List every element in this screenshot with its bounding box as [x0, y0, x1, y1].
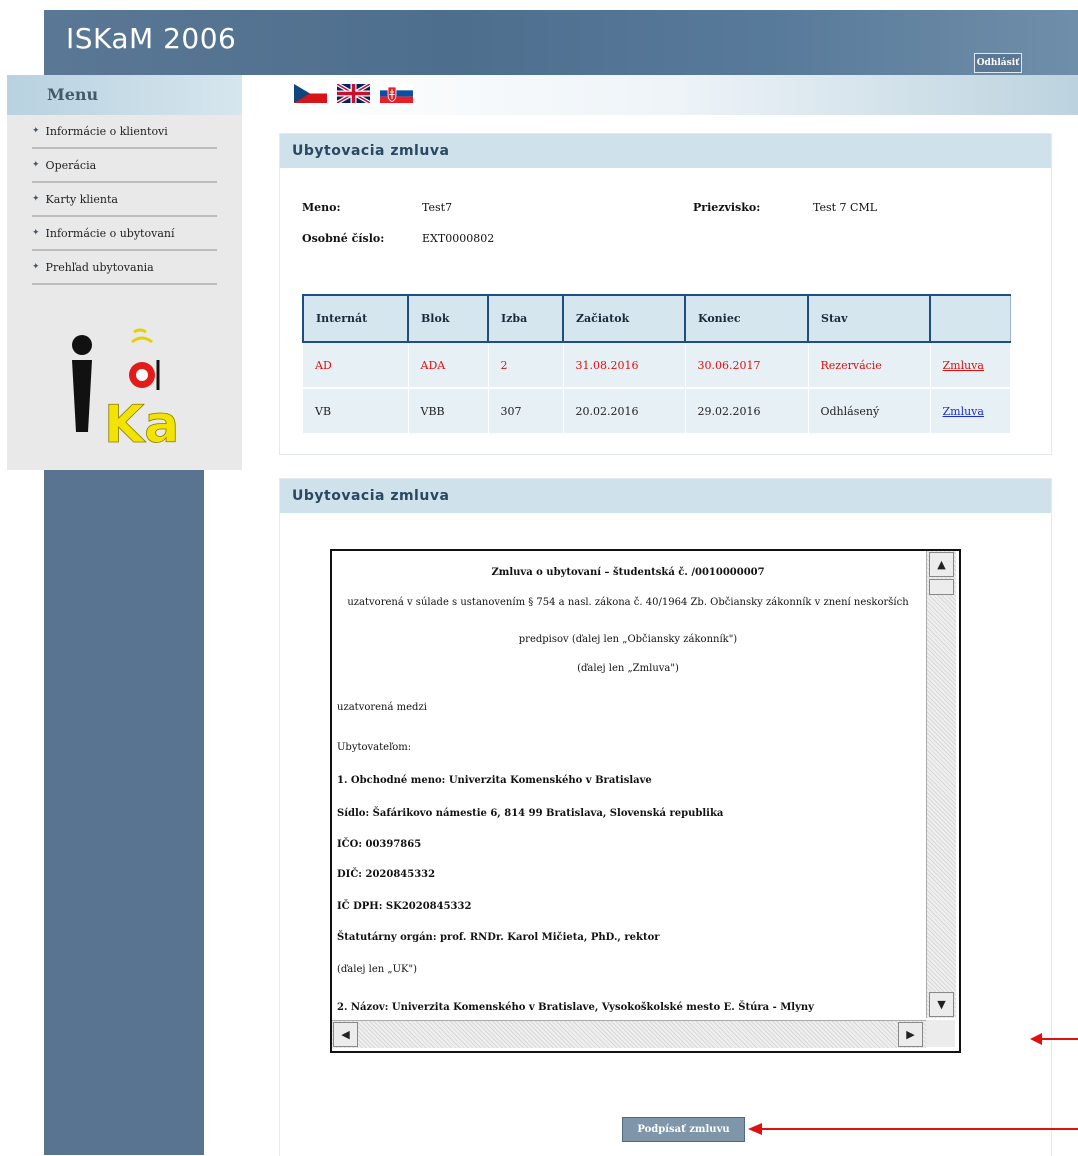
bullet-icon: ✦ [32, 194, 40, 204]
cell-room: 307 [488, 388, 564, 435]
sk-flag-icon[interactable] [380, 84, 413, 103]
personal-id-label: Osobné číslo: [302, 232, 385, 245]
column-header [929, 294, 1011, 343]
menu-title: Menu [7, 75, 242, 115]
name-label: Meno: [302, 201, 341, 214]
table-header-row: Internát Blok Izba Začiatok Koniec Stav [302, 294, 1011, 343]
language-selector [294, 84, 413, 103]
surname-label: Priezvisko: [693, 201, 761, 214]
contract-line: Zmluva o ubytovaní – študentská č. /0010… [491, 567, 765, 578]
scroll-down-icon[interactable]: ▼ [929, 992, 954, 1017]
column-header: Blok [407, 294, 489, 343]
sign-contract-button[interactable]: Podpísať zmluvu [622, 1117, 745, 1142]
contract-line: uzatvorená v súlade s ustanovením § 754 … [347, 597, 909, 608]
menu-item-accommodation-overview[interactable]: ✦ Prehľad ubytovania [32, 251, 217, 285]
cell-block: VBB [408, 388, 489, 435]
column-header: Začiatok [562, 294, 686, 343]
personal-id-value: EXT0000802 [422, 232, 495, 245]
cell-dorm: AD [303, 342, 409, 389]
section-title: Ubytovacia zmluva [280, 134, 1051, 168]
contract-line: DIČ: 2020845332 [337, 869, 436, 880]
cell-start: 31.08.2016 [563, 342, 686, 389]
menu-panel: Menu ✦ Informácie o klientovi ✦ Operácia ✦… [7, 75, 242, 470]
contract-link[interactable]: Zmluva [943, 359, 984, 372]
svg-text:KaM: KaM [104, 395, 182, 450]
contract-line: IČ DPH: SK2020845332 [337, 901, 472, 912]
scroll-right-icon[interactable]: ▶ [898, 1022, 923, 1047]
contract-line: (ďalej len „UK") [337, 964, 417, 975]
contract-link[interactable]: Zmluva [943, 405, 984, 418]
menu-item-label: Karty klienta [45, 192, 118, 206]
contract-line: predpisov (ďalej len „Občiansky zákonník… [518, 634, 738, 645]
contract-line: 1. Obchodné meno: Univerzita Komenského … [337, 775, 652, 786]
column-header: Izba [487, 294, 564, 343]
table-row: AD ADA 2 31.08.2016 30.06.2017 Rezerváci… [303, 342, 1011, 389]
scroll-thumb[interactable] [929, 579, 954, 595]
contract-line: uzatvorená medzi [337, 702, 427, 713]
annotation-arrow-icon [1030, 1033, 1078, 1045]
bullet-icon: ✦ [32, 228, 40, 238]
cell-block: ADA [408, 342, 489, 389]
table-row: VB VBB 307 20.02.2016 29.02.2016 Odhláse… [303, 388, 1011, 435]
app-header: ISKaM 2006 Odhlásiť [44, 10, 1078, 75]
bullet-icon: ✦ [32, 160, 40, 170]
bullet-icon: ✦ [32, 262, 40, 272]
cell-end: 30.06.2017 [685, 342, 809, 389]
cell-link: Zmluva [930, 342, 1011, 389]
cell-end: 29.02.2016 [685, 388, 809, 435]
column-header: Stav [807, 294, 931, 343]
contract-document-section: Ubytovacia zmluva Zmluva o ubytovaní – š… [279, 478, 1052, 1156]
contract-line: Sídlo: Šafárikovo námestie 6, 814 99 Bra… [337, 808, 724, 819]
menu-item-accommodation-info[interactable]: ✦ Informácie o ubytovaní [32, 217, 217, 251]
cell-dorm: VB [303, 388, 409, 435]
name-value: Test7 [422, 201, 453, 214]
scrollbar-corner [926, 1020, 955, 1047]
annotation-arrow-icon [748, 1123, 1078, 1135]
bullet-icon: ✦ [32, 126, 40, 136]
cs-flag-icon[interactable] [294, 84, 327, 103]
contract-summary-section: Ubytovacia zmluva Meno: Test7 Priezvisko… [279, 133, 1052, 455]
menu-item-client-info[interactable]: ✦ Informácie o klientovi [32, 115, 217, 149]
surname-value: Test 7 CML [813, 201, 878, 214]
contract-text-box[interactable]: Zmluva o ubytovaní – študentská č. /0010… [330, 549, 961, 1053]
menu-item-label: Operácia [45, 158, 97, 172]
menu-item-label: Informácie o klientovi [45, 124, 168, 138]
contract-line: Ubytovateľom: [337, 742, 412, 753]
cell-room: 2 [488, 342, 564, 389]
cell-link: Zmluva [930, 388, 1011, 435]
vertical-scrollbar[interactable]: ▲ ▼ [926, 551, 956, 1018]
section-title: Ubytovacia zmluva [280, 479, 1051, 513]
accommodation-table: Internát Blok Izba Začiatok Koniec Stav … [302, 294, 1011, 435]
menu-item-client-cards[interactable]: ✦ Karty klienta [32, 183, 217, 217]
contract-text: Zmluva o ubytovaní – študentská č. /0010… [332, 551, 924, 1018]
uk-flag-icon[interactable] [337, 84, 370, 103]
menu-item-operation[interactable]: ✦ Operácia [32, 149, 217, 183]
column-header: Koniec [684, 294, 809, 343]
cell-start: 20.02.2016 [563, 388, 686, 435]
scroll-left-icon[interactable]: ◀ [333, 1022, 358, 1047]
cell-status: Odhlásený [808, 388, 931, 435]
menu-item-label: Prehľad ubytovania [45, 260, 154, 274]
contract-line: IČO: 00397865 [337, 839, 422, 850]
horizontal-scrollbar[interactable]: ◀ ▶ [332, 1020, 926, 1048]
contract-line: 2. Názov: Univerzita Komenského v Bratis… [337, 1002, 814, 1013]
logout-button[interactable]: Odhlásiť [974, 53, 1022, 73]
cell-status: Rezervácie [808, 342, 931, 389]
contract-line: Štatutárny orgán: prof. RNDr. Karol Miči… [337, 932, 660, 943]
menu-item-label: Informácie o ubytovaní [45, 226, 175, 240]
scroll-up-icon[interactable]: ▲ [929, 552, 954, 577]
contract-line: (ďalej len „Zmluva") [577, 663, 679, 674]
column-header: Internát [302, 294, 409, 343]
app-title: ISKaM 2006 [66, 22, 237, 55]
iskam-logo: KaM [72, 328, 182, 450]
